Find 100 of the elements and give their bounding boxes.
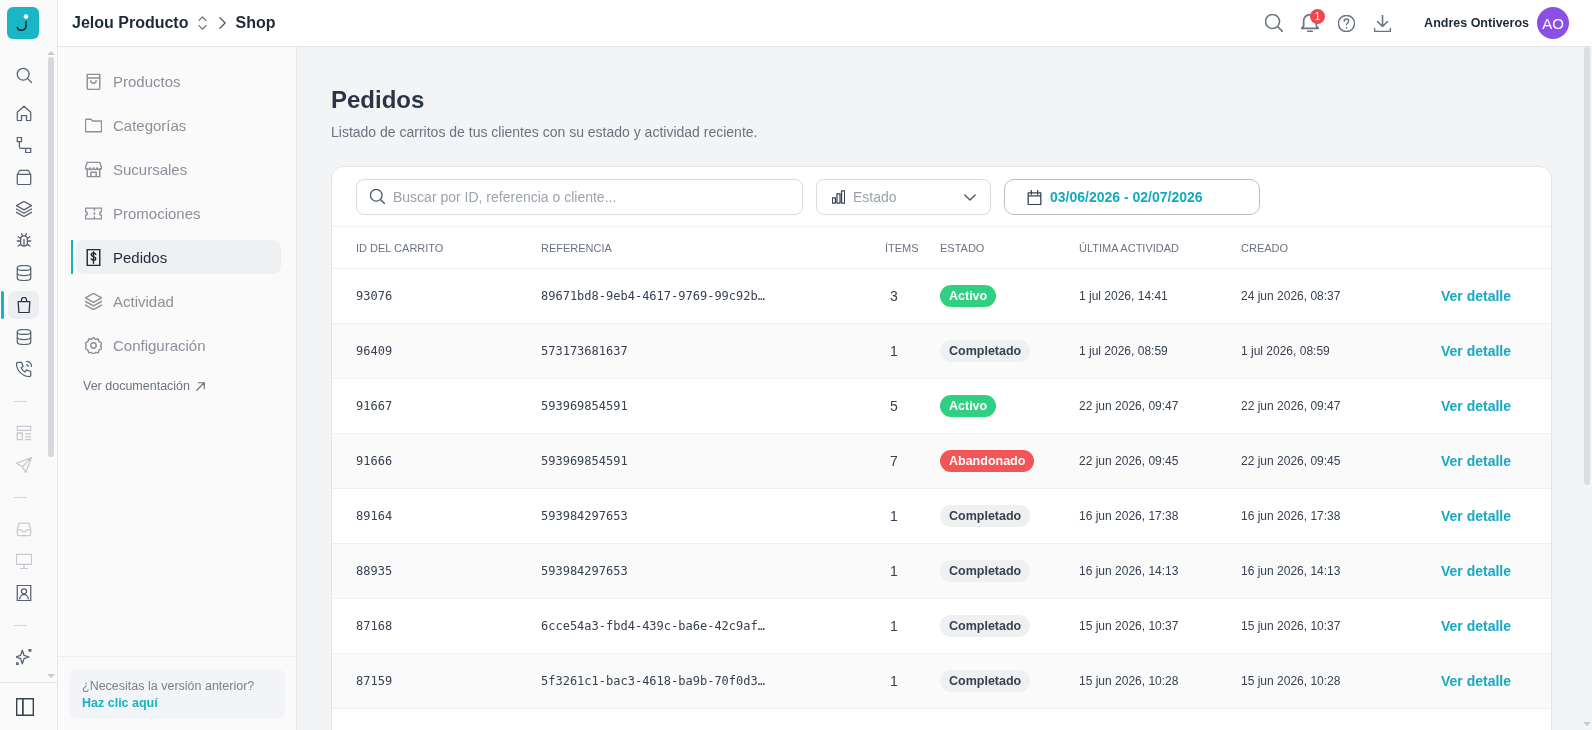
documentation-link[interactable]: Ver documentación bbox=[83, 379, 205, 393]
home-icon bbox=[15, 105, 32, 121]
user-name: Andres Ontiveros bbox=[1424, 16, 1529, 30]
last-activity-date: 16 jun 2026, 14:13 bbox=[1079, 564, 1180, 578]
created-date: 22 jun 2026, 09:47 bbox=[1241, 399, 1342, 413]
created-date: 24 jun 2026, 08:37 bbox=[1241, 289, 1342, 303]
search-field[interactable]: Buscar por ID, referencia o cliente... bbox=[356, 179, 803, 215]
chevron-right-icon bbox=[219, 17, 227, 29]
layout-icon bbox=[15, 425, 32, 441]
last-activity-date: 16 jun 2026, 17:38 bbox=[1079, 509, 1180, 523]
view-details-link[interactable]: Ver detalle bbox=[1440, 508, 1511, 524]
sidebar-nav-item[interactable]: Promociones bbox=[76, 196, 281, 230]
item-count: 5 bbox=[889, 398, 899, 414]
store-icon bbox=[85, 160, 102, 178]
created-date: 22 jun 2026, 09:45 bbox=[1241, 454, 1342, 468]
user-avatar[interactable]: AO bbox=[1537, 7, 1569, 39]
database-icon bbox=[15, 265, 32, 281]
flowchart-icon bbox=[15, 137, 32, 153]
sidebar-nav-item[interactable]: Configuración bbox=[76, 328, 281, 362]
reference-code: 89671bd8-9eb4-4617-9769-99c92b… bbox=[541, 289, 766, 303]
created-date: 15 jun 2026, 10:28 bbox=[1241, 674, 1342, 688]
status-badge: Completado bbox=[940, 615, 1031, 637]
database-icon bbox=[15, 329, 32, 345]
view-details-link[interactable]: Ver detalle bbox=[1440, 288, 1511, 304]
help-icon bbox=[1337, 14, 1355, 32]
panel-icon bbox=[16, 697, 34, 716]
reference-code: 573173681637 bbox=[541, 344, 629, 358]
bell-icon bbox=[1301, 14, 1320, 32]
reference-code: 593984297653 bbox=[541, 564, 629, 578]
reference-code: 5f3261c1-bac3-4618-ba9b-70f0d3… bbox=[541, 674, 766, 688]
sidebar-toggle-button[interactable] bbox=[16, 697, 34, 716]
last-activity-date: 1 jul 2026, 08:59 bbox=[1079, 344, 1169, 358]
rail-nav-button[interactable] bbox=[8, 291, 39, 319]
receipt-icon bbox=[85, 248, 102, 266]
status-badge: Completado bbox=[940, 340, 1031, 362]
created-date: 16 jun 2026, 17:38 bbox=[1241, 509, 1342, 523]
last-activity-date: 15 jun 2026, 10:37 bbox=[1079, 619, 1180, 633]
item-count: 1 bbox=[889, 508, 899, 524]
created-date: 15 jun 2026, 10:37 bbox=[1241, 619, 1342, 633]
gear-icon bbox=[85, 336, 102, 354]
monitor-icon bbox=[15, 553, 32, 569]
shopping-bag-icon bbox=[15, 297, 32, 313]
workspace-switcher[interactable]: Jelou Producto bbox=[72, 14, 210, 32]
notification-badge: 1 bbox=[1310, 9, 1326, 24]
calendar-icon bbox=[1027, 189, 1042, 205]
cart-id: 91667 bbox=[356, 399, 394, 413]
layers-icon bbox=[85, 292, 102, 310]
status-badge: Abandonado bbox=[940, 450, 1035, 472]
cart-id: 88935 bbox=[356, 564, 394, 578]
view-details-link[interactable]: Ver detalle bbox=[1440, 398, 1511, 414]
cart-id: 91666 bbox=[356, 454, 394, 468]
reference-code: 593984297653 bbox=[541, 509, 629, 523]
column-header: CREADO bbox=[1241, 241, 1290, 254]
inbox-icon bbox=[15, 521, 32, 537]
last-activity-date: 22 jun 2026, 09:45 bbox=[1079, 454, 1180, 468]
view-details-link[interactable]: Ver detalle bbox=[1440, 453, 1511, 469]
sidebar-nav-item[interactable]: Pedidos bbox=[76, 240, 281, 274]
legacy-version-question: ¿Necesitas la versión anterior? bbox=[82, 679, 256, 693]
send-icon bbox=[15, 457, 32, 473]
last-activity-date: 22 jun 2026, 09:47 bbox=[1079, 399, 1180, 413]
arrow-up-right-icon bbox=[196, 381, 205, 391]
legacy-version-link[interactable]: Haz clic aquí bbox=[82, 696, 158, 710]
logo-icon bbox=[7, 7, 39, 39]
breadcrumb-current: Shop bbox=[235, 14, 276, 32]
reference-code: 593969854591 bbox=[541, 454, 629, 468]
bug-icon bbox=[15, 233, 32, 249]
ticket-icon bbox=[85, 204, 102, 222]
page-subtitle: Listado de carritos de tus clientes con su estado y actividad reciente. bbox=[331, 124, 759, 141]
column-header: ÍTEMS bbox=[885, 241, 920, 254]
sidebar-nav-item[interactable]: Categorías bbox=[76, 108, 281, 142]
created-date: 16 jun 2026, 14:13 bbox=[1241, 564, 1342, 578]
view-details-link[interactable]: Ver detalle bbox=[1440, 618, 1511, 634]
reference-code: 593969854591 bbox=[541, 399, 629, 413]
sidebar-nav-item[interactable]: Sucursales bbox=[76, 152, 281, 186]
page-title: Pedidos bbox=[331, 86, 426, 114]
last-activity-date: 1 jul 2026, 14:41 bbox=[1079, 289, 1169, 303]
view-details-link[interactable]: Ver detalle bbox=[1440, 673, 1511, 689]
search-icon bbox=[1265, 14, 1284, 32]
notifications-button[interactable]: 1 bbox=[1295, 8, 1326, 38]
download-icon bbox=[1373, 14, 1391, 32]
item-count: 1 bbox=[889, 563, 899, 579]
status-badge: Completado bbox=[940, 670, 1031, 692]
view-details-link[interactable]: Ver detalle bbox=[1440, 343, 1511, 359]
sidebar-nav-item[interactable]: Productos bbox=[76, 64, 281, 98]
view-details-link[interactable]: Ver detalle bbox=[1440, 563, 1511, 579]
cart-id: 89164 bbox=[356, 509, 394, 523]
chevron-down-icon bbox=[964, 193, 976, 201]
date-range-button[interactable]: 03/06/2026 - 02/07/2026 bbox=[1004, 179, 1260, 215]
chevron-up-down-icon bbox=[196, 16, 210, 30]
status-badge: Activo bbox=[940, 395, 997, 417]
sidebar-nav-item[interactable]: Actividad bbox=[76, 284, 281, 318]
contact-card-icon bbox=[15, 585, 32, 601]
status-badge: Completado bbox=[940, 505, 1031, 527]
status-dropdown[interactable]: Estado bbox=[816, 179, 991, 215]
column-header: ÚLTIMA ACTIVIDAD bbox=[1079, 241, 1181, 254]
cart-id: 87168 bbox=[356, 619, 394, 633]
cart-id: 96409 bbox=[356, 344, 394, 358]
status-badge: Completado bbox=[940, 560, 1031, 582]
search-icon bbox=[15, 67, 32, 83]
bar-chart-icon bbox=[832, 190, 845, 204]
